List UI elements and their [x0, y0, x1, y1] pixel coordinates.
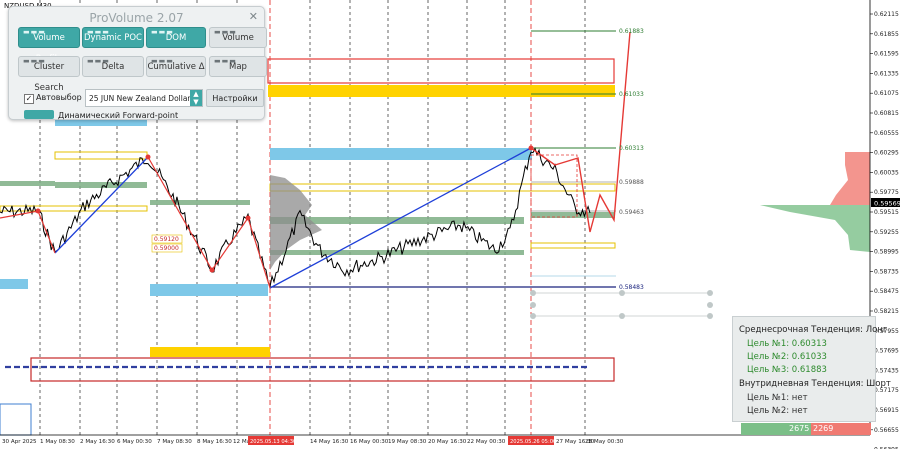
- price-tick-label: 0.62115: [874, 11, 899, 18]
- price-tick-label: 0.60035: [874, 169, 899, 176]
- panel-button-2[interactable]: ▬▬▬ DOM: [146, 27, 206, 48]
- level-label-m1: 0.59120: [154, 236, 179, 243]
- time-tick-label: 2025.05.13 04:30: [250, 439, 296, 445]
- button-options-icon: ▬▬▬: [214, 57, 237, 65]
- time-axis: 30 Apr 2025 1 May 08:30 2 May 16:30 6 May 0…: [2, 436, 624, 445]
- mid-target-2: Цель №2: 0.61033: [747, 352, 827, 362]
- panel-button-1[interactable]: ▬▬▬ Dynamic POC: [82, 27, 144, 48]
- green-zone-3: [270, 250, 524, 255]
- sell-volume-value: 2269: [813, 424, 834, 433]
- panel-button-4[interactable]: ▬▬▬ Cluster Search: [18, 56, 80, 93]
- green-zone-6: [0, 181, 55, 186]
- price-tick-label: 0.56915: [874, 407, 899, 414]
- button-options-icon: ▬▬▬: [87, 57, 110, 65]
- price-tick-label: 0.61855: [874, 31, 899, 38]
- level-label-3: 0.60313: [619, 145, 644, 152]
- time-tick-label: 28 May 00:30: [585, 439, 624, 445]
- chart-window[interactable]: 0.62115 0.61855 0.61595 0.61335 0.61075 0.608…: [0, 0, 900, 449]
- level-label-m2: 0.59000: [154, 245, 179, 252]
- button-options-icon: ▬▬▬: [87, 28, 110, 36]
- green-zone-1: [55, 182, 147, 188]
- price-tick-label: 0.61075: [874, 90, 899, 97]
- green-zone-5: [150, 200, 250, 205]
- gold-zone-top: [268, 85, 615, 97]
- price-tick-label: 0.61595: [874, 51, 899, 58]
- level-label-4: 0.59888: [619, 179, 644, 186]
- price-tick-label: 0.60295: [874, 150, 899, 157]
- blue-zone-mid: [270, 148, 532, 160]
- time-tick-label: 2025.05.26 05:00: [510, 439, 556, 445]
- button-options-icon: ▬▬▬: [214, 28, 237, 36]
- mid-target-1: Цель №1: 0.60313: [747, 339, 827, 349]
- volume-split-bar: 2675 2269: [741, 423, 871, 435]
- time-tick-label: 20 May 16:30: [428, 439, 467, 445]
- check-icon: ✓: [24, 94, 34, 104]
- current-price: 0.59569: [874, 200, 900, 208]
- trend-info-box: Среднесрочная Тенденция: Лонг Цель №1: 0…: [732, 316, 891, 422]
- price-tick-label: 0.56655: [874, 427, 899, 434]
- blue-zone-left: [0, 279, 28, 289]
- button-options-icon: ▬▬▬: [151, 57, 174, 65]
- auto-select-label: Автовыбор: [36, 93, 82, 102]
- time-tick-label: 14 May 16:30: [310, 439, 349, 445]
- button-options-icon: ▬▬▬: [151, 28, 174, 36]
- time-tick-label: 1 May 08:30: [40, 439, 75, 445]
- time-tick-label: 22 May 00:30: [467, 439, 506, 445]
- provolume-panel[interactable]: ProVolume 2.07 ✕ ▬▬▬Volume Profile▬▬▬Dyn…: [8, 6, 267, 120]
- gold-zone-bottom: [150, 347, 270, 357]
- intra-target-1: Цель №1: нет: [747, 393, 808, 403]
- price-tick-label: 0.60555: [874, 130, 899, 137]
- price-tick-label: 0.58215: [874, 308, 899, 315]
- mid-trend-title: Среднесрочная Тенденция: Лонг: [739, 325, 888, 335]
- price-tick-label: 0.58475: [874, 288, 899, 295]
- close-icon[interactable]: ✕: [249, 10, 258, 23]
- panel-button-6[interactable]: ▬▬▬ Cumulative Δ: [146, 56, 206, 77]
- button-options-icon: ▬▬▬: [23, 28, 46, 36]
- spinner-arrows-icon[interactable]: ▲ ▼: [190, 90, 202, 106]
- level-label-5: 0.59463: [619, 209, 644, 216]
- toggle-switch[interactable]: [24, 110, 54, 119]
- time-tick-label: 2 May 16:30: [80, 439, 115, 445]
- panel-button-0[interactable]: ▬▬▬Volume Profile: [18, 27, 80, 64]
- buy-volume-value: 2675: [789, 424, 810, 433]
- price-tick-label: 0.59775: [874, 189, 899, 196]
- time-tick-label: 8 May 16:30: [197, 439, 232, 445]
- time-tick-label: 6 May 00:30: [117, 439, 152, 445]
- price-tick-label: 0.58995: [874, 249, 899, 256]
- forward-point-toggle[interactable]: Динамический Forward-point: [24, 110, 178, 120]
- intra-target-2: Цель №2: нет: [747, 406, 808, 416]
- forward-point-label: Динамический Forward-point: [58, 111, 179, 120]
- price-tick-label: 0.57435: [874, 367, 899, 374]
- price-tick-label: 0.60815: [874, 110, 899, 117]
- price-tick-label: 0.59255: [874, 229, 899, 236]
- level-label-6: 0.58483: [619, 284, 644, 291]
- level-label-2: 0.61033: [619, 91, 644, 98]
- price-tick-label: 0.58735: [874, 268, 899, 275]
- time-tick-label: 16 May 00:30: [350, 439, 389, 445]
- blue-zone-low: [150, 284, 268, 296]
- instrument-value: 25 JUN New Zealand Dollar: [89, 94, 191, 103]
- auto-select-checkbox[interactable]: ✓ Автовыбор: [24, 93, 82, 104]
- price-tick-label: 0.57695: [874, 348, 899, 355]
- time-tick-label: 19 May 08:30: [388, 439, 427, 445]
- level-label-1: 0.61883: [619, 28, 644, 35]
- price-tick-label: 0.59515: [874, 209, 899, 216]
- button-options-icon: ▬▬▬: [23, 57, 46, 65]
- intra-trend-title: Внутридневная Тенденция: Шорт: [739, 379, 891, 389]
- price-tick-label: 0.61335: [874, 70, 899, 77]
- mid-target-3: Цель №3: 0.61883: [747, 365, 827, 375]
- panel-button-7[interactable]: ▬▬▬ Map: [209, 56, 267, 77]
- time-tick-label: 30 Apr 2025: [2, 439, 37, 445]
- instrument-select[interactable]: 25 JUN New Zealand Dollar ▲ ▼: [85, 89, 203, 107]
- settings-button[interactable]: Настройки: [206, 89, 264, 107]
- panel-button-3[interactable]: ▬▬▬ Volume: [209, 27, 267, 48]
- time-tick-label: 7 May 08:30: [157, 439, 192, 445]
- panel-button-5[interactable]: ▬▬▬ Delta: [82, 56, 144, 77]
